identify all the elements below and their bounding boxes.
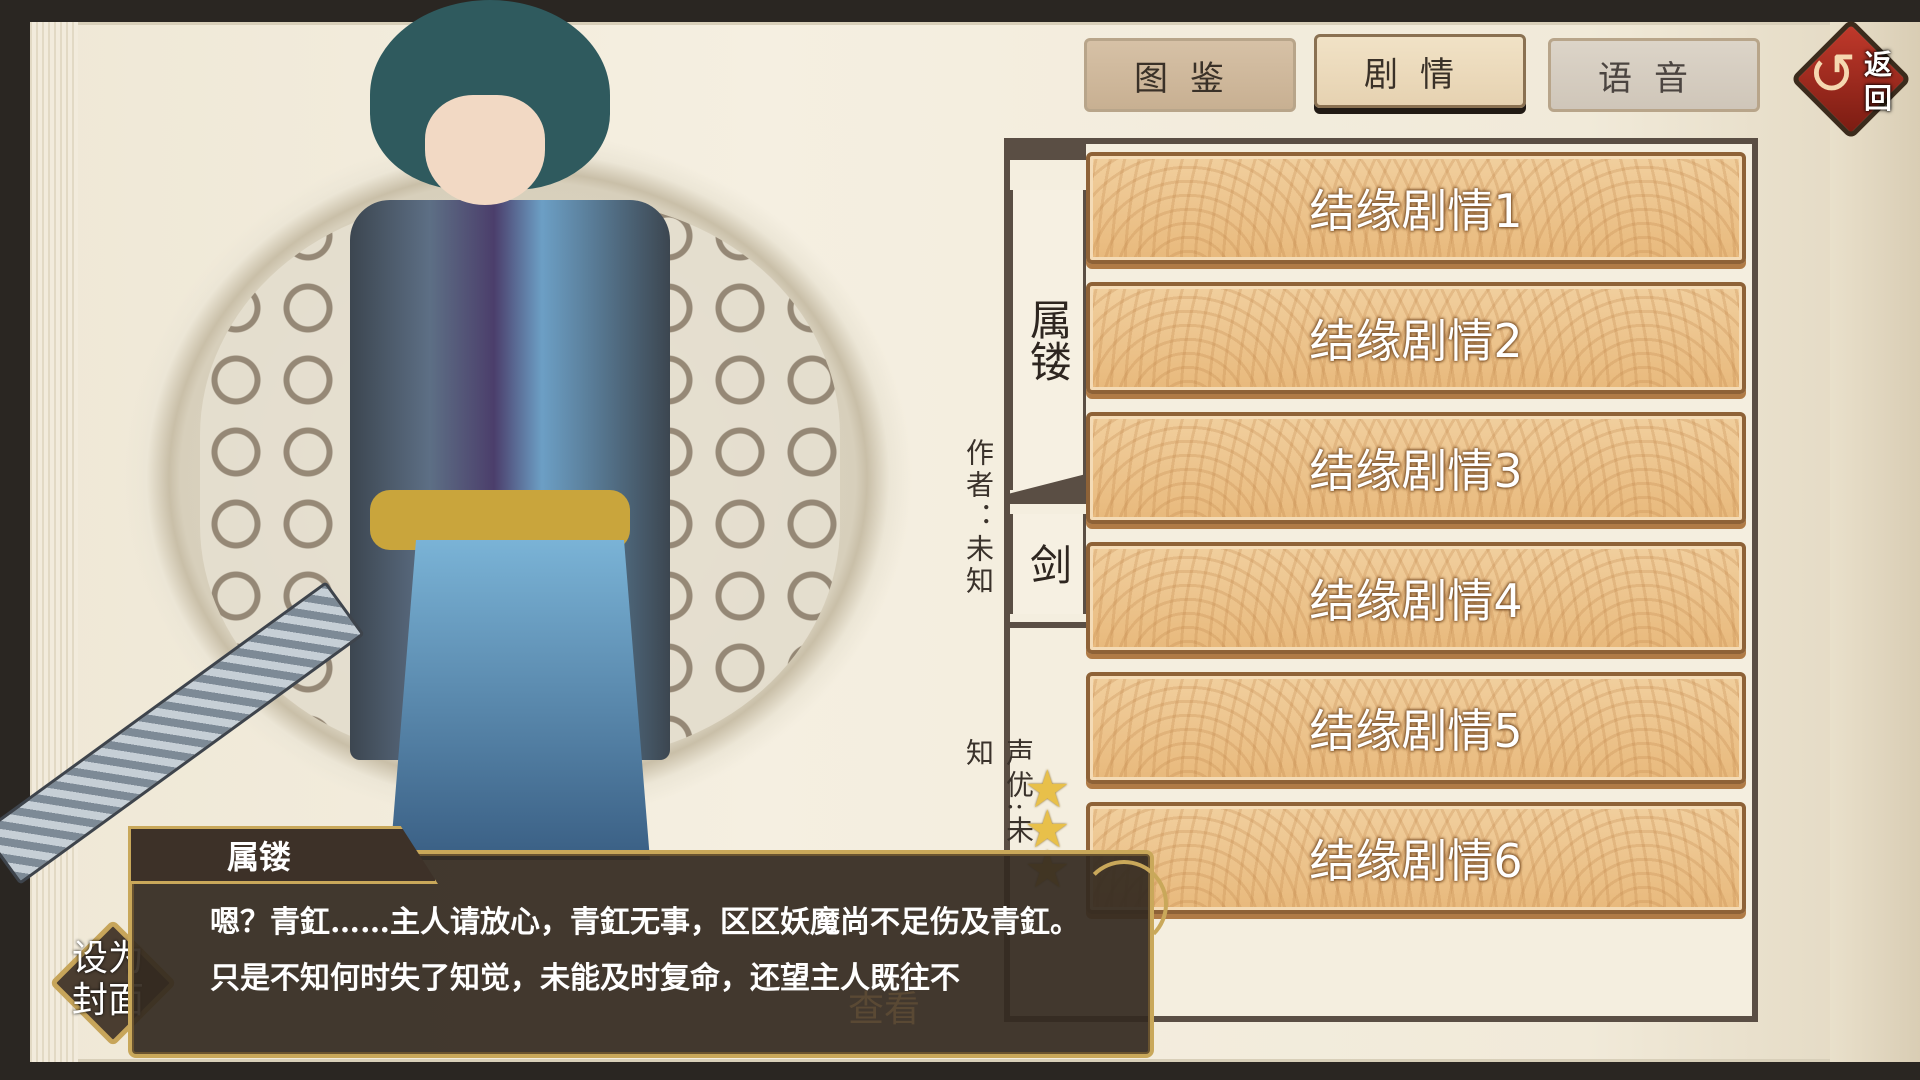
weapon-type-label: 剑 bbox=[1010, 514, 1086, 614]
story-button-6[interactable]: 结缘剧情6 bbox=[1086, 802, 1746, 914]
strip-band-top bbox=[1004, 144, 1086, 160]
tab-story[interactable]: 剧情 bbox=[1314, 34, 1526, 108]
story-button-1[interactable]: 结缘剧情1 bbox=[1086, 152, 1746, 264]
strip-divider-2 bbox=[1004, 622, 1086, 628]
book-spine bbox=[30, 22, 78, 1062]
author-label: 作者：未知 bbox=[962, 438, 995, 598]
character-name-vertical: 属镂 bbox=[1010, 190, 1086, 490]
back-button[interactable]: ↺ 返回 bbox=[1790, 18, 1912, 140]
dialog-text: 嗯？青釭……主人请放心，青釭无事，区区妖魔尚不足伤及青釭。只是不知何时失了知觉，… bbox=[210, 905, 1080, 996]
page-edge bbox=[1830, 22, 1920, 1062]
story-button-4[interactable]: 结缘剧情4 bbox=[1086, 542, 1746, 654]
story-button-3[interactable]: 结缘剧情3 bbox=[1086, 412, 1746, 524]
tab-gallery[interactable]: 图鉴 bbox=[1084, 38, 1296, 112]
dialog-ornament bbox=[1080, 860, 1168, 948]
view-button[interactable]: 查看 bbox=[848, 980, 920, 1032]
back-button-label: 返回 bbox=[1864, 48, 1893, 115]
character-face bbox=[425, 95, 545, 205]
return-arrow-icon: ↺ bbox=[1808, 40, 1857, 108]
character-robe bbox=[390, 540, 650, 860]
speaker-nameplate: 属镂 bbox=[128, 826, 438, 884]
story-button-2[interactable]: 结缘剧情2 bbox=[1086, 282, 1746, 394]
tab-voice[interactable]: 语音 bbox=[1548, 38, 1760, 112]
story-button-5[interactable]: 结缘剧情5 bbox=[1086, 672, 1746, 784]
